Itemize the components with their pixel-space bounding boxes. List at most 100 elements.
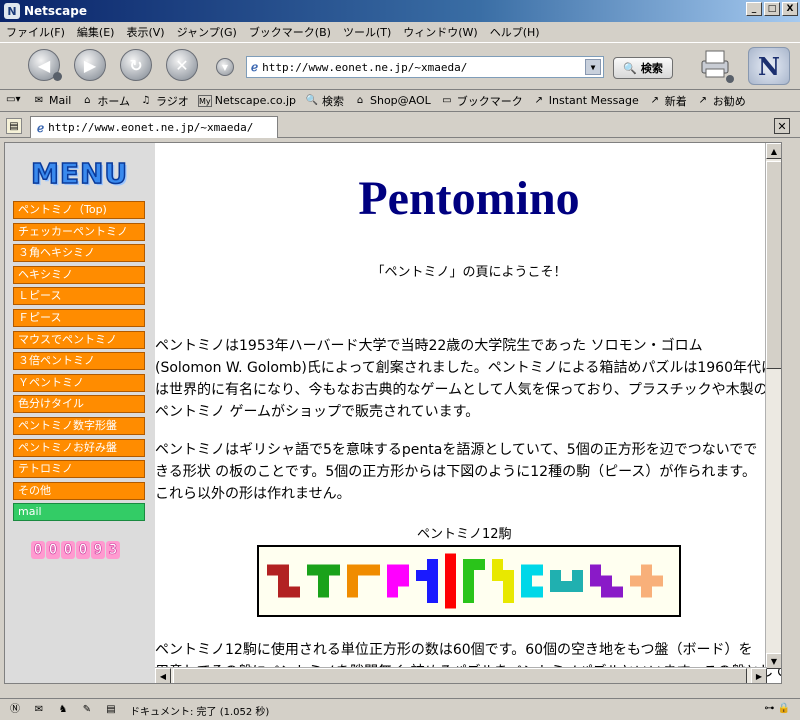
menu-link-mail[interactable]: mail — [13, 503, 145, 522]
menu-link-f-piece[interactable]: Ｆピース — [13, 308, 145, 327]
piece-cell — [590, 575, 601, 587]
home-icon: ⌂ — [84, 94, 91, 106]
toolbar-menu-icon[interactable]: ▭▾ — [6, 94, 26, 108]
menu-link-other[interactable]: その他 — [13, 481, 145, 500]
pentomino-piece — [416, 559, 438, 603]
bookmark-home[interactable]: ⌂ ホーム — [80, 93, 130, 109]
menu-window[interactable]: ウィンドウ(W) — [403, 24, 477, 40]
scroll-down-arrow-icon[interactable]: ▼ — [766, 653, 781, 669]
close-button[interactable]: X — [782, 2, 798, 16]
bookmark-new[interactable]: ↗ 新着 — [648, 93, 687, 109]
close-tab-button[interactable]: ✕ — [774, 118, 790, 134]
menu-link-checker-pentomino[interactable]: チェッカーペントミノ — [13, 222, 145, 241]
bookmark-label: ブックマーク — [456, 94, 523, 108]
menu-edit[interactable]: 編集(E) — [77, 24, 115, 40]
sidebar-frame: MENU ペントミノ（Top) チェッカーペントミノ ３角ヘキシミノ ヘキシミノ… — [5, 143, 155, 683]
piece-cell — [278, 575, 289, 587]
paragraph-line: (Solomon W. Golomb)氏によって創案されました。ペントミノによる… — [155, 360, 775, 376]
url-bar[interactable]: ℯ http://www.eonet.ne.jp/~xmaeda/ ▼ — [246, 56, 604, 78]
menu-link-triangle-hexiamond[interactable]: ３角ヘキシミノ — [13, 244, 145, 263]
reload-icon: ↻ — [129, 55, 143, 75]
back-arrow-icon: ◀ — [37, 55, 51, 75]
scroll-right-arrow-icon[interactable]: ▶ — [751, 668, 767, 683]
url-dropdown-icon[interactable]: ▼ — [585, 59, 601, 75]
menu-link-tetromino[interactable]: テトロミノ — [13, 460, 145, 479]
bookmark-label: お勧め — [712, 94, 746, 108]
menu-link-hexomino[interactable]: ヘキシミノ — [13, 265, 145, 284]
scroll-up-arrow-icon[interactable]: ▲ — [766, 143, 781, 159]
pentomino-piece — [521, 564, 543, 598]
menu-link-triple-pentomino[interactable]: ３倍ペントミノ — [13, 352, 145, 371]
menu-link-custom-board[interactable]: ペントミノお好み盤 — [13, 438, 145, 457]
netscape-logo[interactable]: N — [748, 47, 790, 85]
piece-cell — [550, 581, 561, 592]
piece-cell — [474, 559, 485, 570]
piece-cell — [532, 564, 543, 576]
menu-bookmarks[interactable]: ブックマーク(B) — [249, 24, 331, 40]
forward-button[interactable]: ▶ — [74, 49, 106, 81]
aim-status-icon[interactable]: ♞ — [54, 702, 72, 718]
menu-tools[interactable]: ツール(T) — [343, 24, 391, 40]
piece-cell — [318, 586, 329, 598]
scroll-left-arrow-icon[interactable]: ◀ — [155, 668, 171, 683]
bookmark-folder[interactable]: ▭ ブックマーク — [440, 93, 523, 109]
bookmark-search[interactable]: 🔍 検索 — [305, 93, 344, 109]
window-title: Netscape — [24, 4, 87, 18]
bookmark-label: ホーム — [97, 94, 131, 108]
bookmark-label: 新着 — [664, 94, 687, 108]
shop-icon: ⌂ — [356, 94, 364, 106]
tab-current[interactable]: ℯ http://www.eonet.ne.jp/~xmaeda/ — [30, 116, 278, 138]
reload-button[interactable]: ↻ — [120, 49, 152, 81]
pentomino-piece — [307, 564, 340, 598]
back-button[interactable]: ◀ — [28, 49, 62, 81]
bookmark-mail[interactable]: ✉ Mail — [32, 94, 72, 107]
addressbook-status-icon[interactable]: ▤ — [102, 702, 120, 718]
stop-button[interactable]: ✕ — [166, 49, 198, 81]
pentomino-piece — [590, 564, 623, 598]
vertical-scroll-thumb[interactable] — [766, 161, 781, 369]
piece-cell — [445, 597, 456, 609]
pentomino-piece — [347, 564, 380, 598]
piece-cell — [550, 570, 561, 581]
menu-file[interactable]: ファイル(F) — [6, 24, 65, 40]
navigation-toolbar: ◀ ▶ ↻ ✕ ▼ ℯ http://www.eonet.ne.jp/~xmae… — [0, 42, 800, 90]
bookmark-recommend[interactable]: ↗ お勧め — [696, 93, 746, 109]
radio-icon: ♫ — [141, 94, 151, 106]
netscape-status-icon[interactable]: Ⓝ — [6, 702, 24, 718]
counter-digit: 0 — [61, 541, 75, 559]
piece-cell — [347, 564, 358, 576]
piece-cell — [318, 575, 329, 587]
menu-view[interactable]: 表示(V) — [126, 24, 164, 40]
piece-cell — [289, 586, 300, 598]
maximize-button[interactable]: □ — [764, 2, 780, 16]
horizontal-scrollbar[interactable]: ◀ ▶ — [155, 667, 767, 683]
paragraph-line: ペントミノは1953年ハーバード大学で当時22歳の大学院生であった ソロモン・ゴ… — [155, 338, 703, 354]
vertical-scrollbar[interactable]: ▲ ▼ — [765, 143, 781, 669]
menu-link-color-tile[interactable]: 色分けタイル — [13, 395, 145, 414]
menu-link-l-piece[interactable]: Ｌピース — [13, 287, 145, 306]
menu-go[interactable]: ジャンプ(G) — [177, 24, 237, 40]
menu-link-number-board[interactable]: ペントミノ数字形盤 — [13, 416, 145, 435]
minimize-button[interactable]: _ — [746, 2, 762, 16]
piece-cell — [503, 581, 514, 592]
menu-link-mouse-pentomino[interactable]: マウスでペントミノ — [13, 330, 145, 349]
bookmark-instant-message[interactable]: ↗ Instant Message — [532, 94, 639, 107]
bookmark-radio[interactable]: ♫ ラジオ — [139, 93, 189, 109]
url-history-dropdown[interactable]: ▼ — [216, 58, 234, 76]
search-button[interactable]: 🔍 検索 — [613, 57, 673, 79]
menu-link-pentomino-top[interactable]: ペントミノ（Top) — [13, 201, 145, 219]
print-icon[interactable] — [696, 47, 736, 85]
mail-status-icon[interactable]: ✉ — [30, 702, 48, 718]
horizontal-scroll-thumb[interactable] — [173, 668, 747, 683]
menu-help[interactable]: ヘルプ(H) — [490, 24, 540, 40]
piece-cell — [267, 564, 278, 576]
bookmark-netscape-co-jp[interactable]: My Netscape.co.jp — [197, 94, 296, 107]
bookmark-shop-aol[interactable]: ⌂ Shop@AOL — [353, 94, 431, 107]
piece-cell — [387, 586, 398, 598]
pentomino-piece — [630, 564, 663, 598]
new-tab-icon[interactable]: ▤ — [6, 118, 22, 134]
menu-link-y-pentomino[interactable]: Ｙペントミノ — [13, 373, 145, 392]
composer-status-icon[interactable]: ✎ — [78, 702, 96, 718]
piece-cell — [427, 570, 438, 581]
piece-cell — [521, 586, 532, 598]
